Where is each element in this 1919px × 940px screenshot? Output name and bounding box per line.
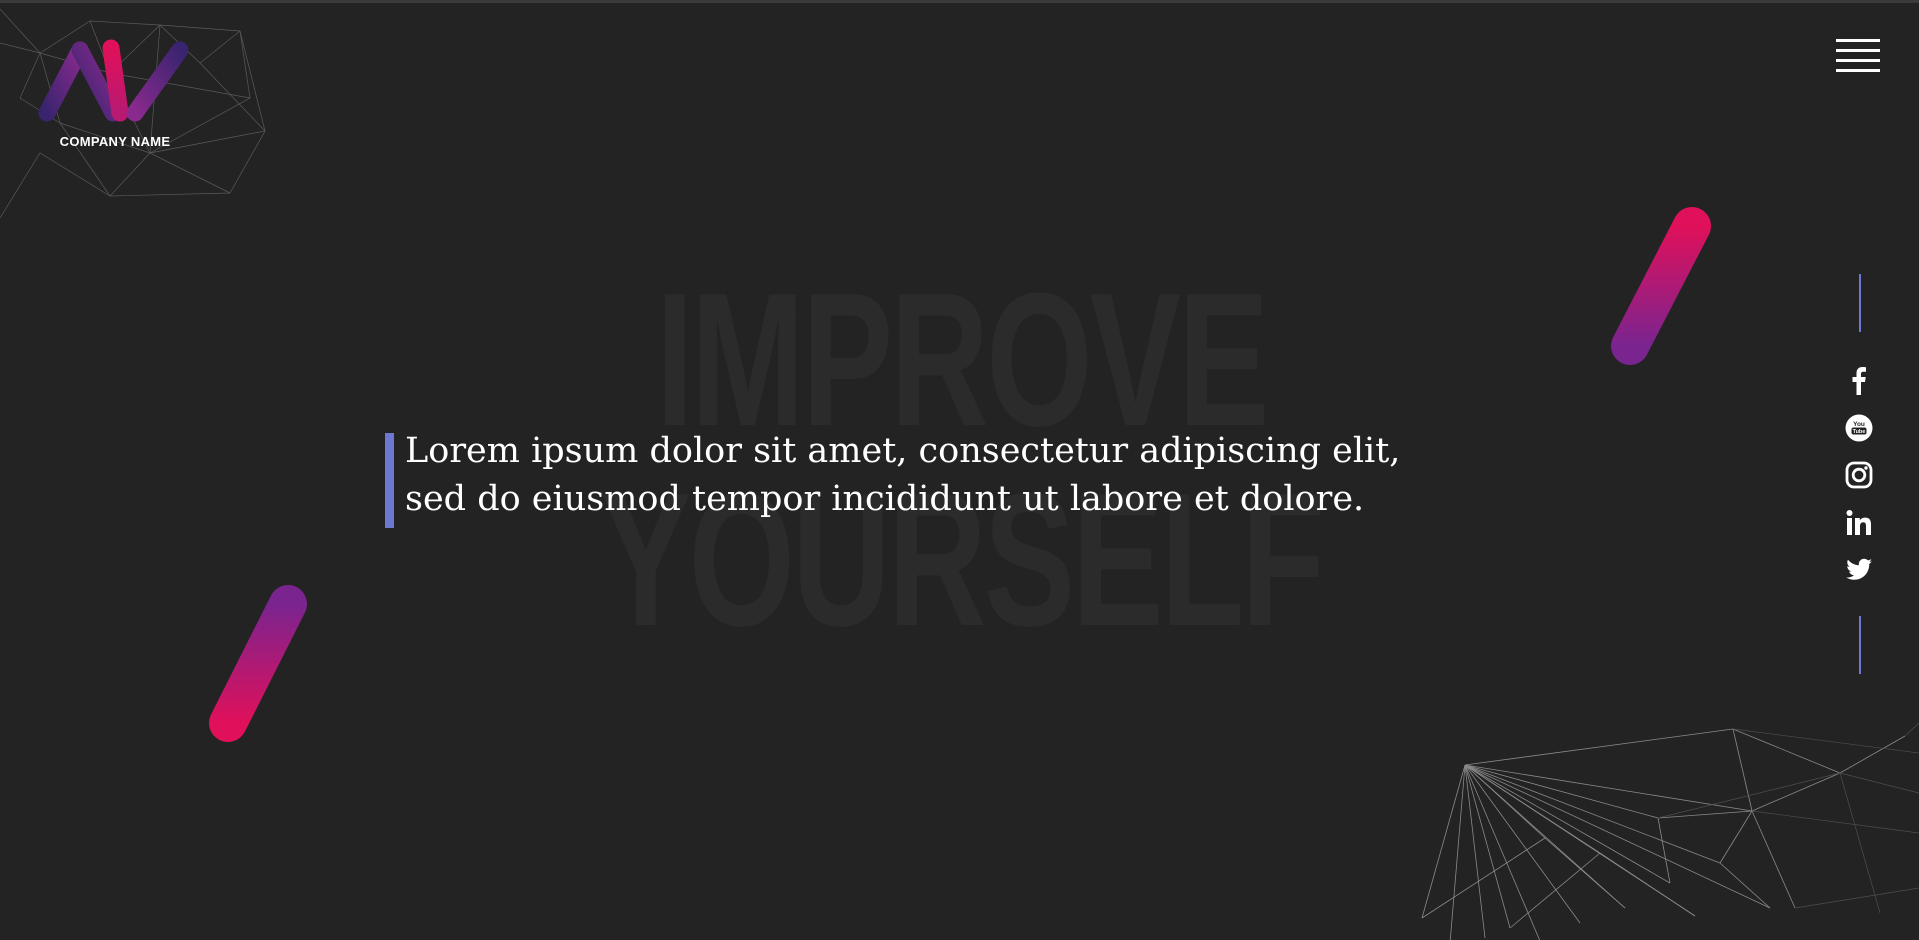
quote-accent-bar bbox=[385, 433, 394, 528]
twitter-icon[interactable] bbox=[1843, 553, 1875, 585]
social-divider-top bbox=[1859, 274, 1861, 332]
social-divider-bottom bbox=[1859, 616, 1861, 674]
hero-quote: Lorem ipsum dolor sit amet, consectetur … bbox=[405, 431, 1401, 519]
svg-text:Tube: Tube bbox=[1853, 429, 1866, 435]
facebook-icon[interactable] bbox=[1843, 365, 1875, 397]
company-name: COMPANY NAME bbox=[59, 134, 171, 149]
network-decoration-bottom-right bbox=[1421, 722, 1919, 940]
page: COMPANY NAME IMPROVE YOURSELF Lorem ipsu… bbox=[0, 0, 1919, 940]
linkedin-icon[interactable] bbox=[1843, 507, 1875, 539]
instagram-icon[interactable] bbox=[1843, 459, 1875, 491]
hamburger-menu-icon[interactable] bbox=[1836, 39, 1880, 73]
svg-text:You: You bbox=[1853, 421, 1865, 428]
decorative-l-shape bbox=[1611, 207, 1787, 365]
youtube-icon[interactable]: You Tube bbox=[1843, 412, 1875, 444]
zigzag-logo-icon bbox=[38, 39, 189, 122]
decorative-seven-shape bbox=[133, 585, 307, 742]
